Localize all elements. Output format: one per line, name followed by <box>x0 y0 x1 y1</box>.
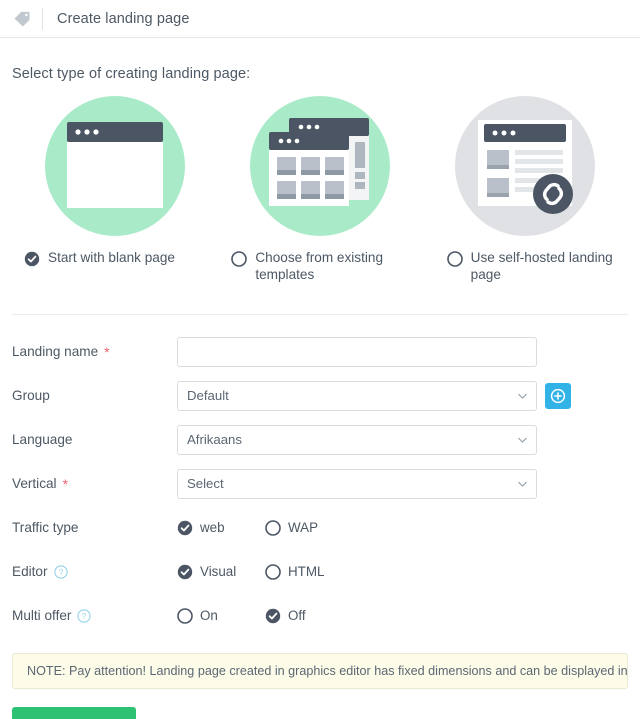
question-mark-icon[interactable]: ? <box>77 609 92 623</box>
required-asterisk: * <box>104 343 110 360</box>
type-card-blank-circle <box>44 96 185 236</box>
radio-unselected-icon[interactable] <box>231 251 248 267</box>
create-landing-form: Landing name * Group Default Language Af… <box>12 315 628 631</box>
page-body: Select type of creating landing page: St <box>0 66 640 719</box>
traffic-type-option-wap[interactable]: WAP <box>265 519 319 537</box>
group-select[interactable]: Default <box>177 380 537 411</box>
landing-name-label: Landing name * <box>12 344 177 359</box>
radio-selected-icon <box>177 521 193 536</box>
type-card-selfhosted[interactable]: Use self-hosted landing page <box>423 96 628 284</box>
svg-text:?: ? <box>82 612 87 621</box>
group-select-wrapper: Default <box>177 380 537 411</box>
type-card-templates-circle <box>249 96 390 236</box>
multi-offer-option-on-label: On <box>200 608 218 624</box>
radio-unselected-icon <box>265 564 281 581</box>
traffic-type-option-web-label: web <box>200 520 225 536</box>
multi-offer-option-on[interactable]: On <box>177 607 265 625</box>
language-label: Language <box>12 432 177 447</box>
note-banner: NOTE: Pay attention! Landing page create… <box>12 652 628 689</box>
multi-offer-label-text: Multi offer <box>12 608 72 624</box>
traffic-type-label-text: Traffic type <box>12 520 79 536</box>
traffic-type-option-wap-label: WAP <box>288 520 319 536</box>
traffic-type-label: Traffic type <box>12 520 177 535</box>
radio-selected-icon <box>177 565 193 580</box>
field-row-vertical: Vertical * Select <box>12 468 628 499</box>
landing-name-input[interactable] <box>177 336 537 367</box>
field-row-group: Group Default <box>12 380 628 411</box>
group-label-text: Group <box>12 388 50 404</box>
type-card-selfhosted-label-row: Use self-hosted landing page <box>423 250 628 284</box>
radio-selected-icon <box>265 609 281 624</box>
field-row-traffic-type: Traffic type web WAP <box>12 513 628 543</box>
vertical-label-text: Vertical <box>12 476 57 492</box>
radio-selected-icon[interactable] <box>24 251 40 267</box>
note-text: NOTE: Pay attention! Landing page create… <box>27 663 628 678</box>
self-hosted-link-icon <box>478 120 574 214</box>
vertical-select[interactable]: Select <box>177 468 537 499</box>
question-mark-icon[interactable]: ? <box>53 565 68 579</box>
required-asterisk: * <box>62 475 69 492</box>
editor-option-visual[interactable]: Visual <box>177 563 265 580</box>
type-card-blank-label-row: Start with blank page <box>12 250 217 267</box>
section-title: Select type of creating landing page: <box>12 66 251 82</box>
header-divider <box>42 7 43 30</box>
templates-grid-icon <box>268 118 369 206</box>
traffic-type-option-web[interactable]: web <box>177 519 265 536</box>
landing-type-cards: Start with blank page Choose from existi… <box>12 96 628 284</box>
landing-name-label-text: Landing name <box>12 344 99 360</box>
topbar: Create landing page <box>0 0 640 38</box>
multi-offer-option-off[interactable]: Off <box>265 607 306 624</box>
traffic-type-options: web WAP <box>177 519 319 537</box>
language-select[interactable]: Afrikaans <box>177 424 537 455</box>
radio-unselected-icon <box>265 520 281 537</box>
radio-unselected-icon <box>177 608 193 625</box>
field-row-landing-name: Landing name * <box>12 336 628 367</box>
editor-options: Visual HTML <box>177 563 325 581</box>
language-control: Afrikaans <box>177 424 537 455</box>
multi-offer-options: On Off <box>177 607 306 625</box>
plus-circle-icon <box>550 388 566 404</box>
type-card-selfhosted-label: Use self-hosted landing page <box>470 250 613 282</box>
multi-offer-label: Multi offer ? <box>12 608 177 623</box>
editor-label-text: Editor <box>12 564 48 580</box>
tag-icon <box>12 9 32 29</box>
editor-option-visual-label: Visual <box>200 564 237 580</box>
editor-option-html-label: HTML <box>288 564 325 580</box>
vertical-label: Vertical * <box>12 476 177 491</box>
editor-label: Editor ? <box>12 564 177 579</box>
radio-unselected-icon[interactable] <box>446 251 463 267</box>
type-card-blank-label: Start with blank page <box>48 250 175 265</box>
group-control: Default <box>177 380 571 411</box>
type-card-templates[interactable]: Choose from existing templates <box>217 96 422 284</box>
page-title: Create landing page <box>57 10 190 27</box>
type-card-templates-label-row: Choose from existing templates <box>217 250 422 284</box>
continue-button[interactable]: CONTINUE → <box>12 706 136 719</box>
landing-name-control <box>177 336 537 367</box>
field-row-language: Language Afrikaans <box>12 424 628 455</box>
type-card-blank[interactable]: Start with blank page <box>12 96 217 284</box>
add-group-button[interactable] <box>545 382 571 409</box>
language-label-text: Language <box>12 432 73 448</box>
field-row-multi-offer: Multi offer ? On Off <box>12 601 628 631</box>
language-select-wrapper: Afrikaans <box>177 424 537 455</box>
group-label: Group <box>12 388 177 403</box>
field-row-editor: Editor ? Visual HTML <box>12 557 628 587</box>
vertical-control: Select <box>177 468 537 499</box>
editor-option-html[interactable]: HTML <box>265 563 325 581</box>
multi-offer-option-off-label: Off <box>288 608 306 624</box>
type-card-templates-label: Choose from existing templates <box>255 250 384 282</box>
blank-page-icon <box>66 122 163 208</box>
svg-text:?: ? <box>58 568 63 577</box>
type-card-selfhosted-circle <box>455 96 596 236</box>
vertical-select-wrapper: Select <box>177 468 537 499</box>
